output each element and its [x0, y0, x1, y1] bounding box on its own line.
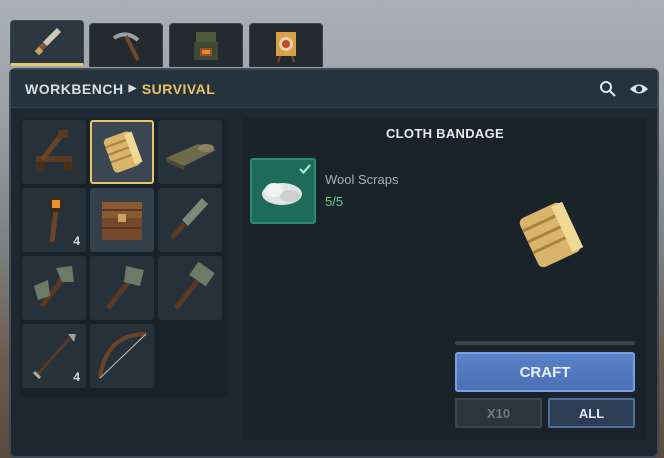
ingredient-name: Wool Scraps: [325, 172, 399, 187]
recipe-slot-stone-hammer[interactable]: [158, 256, 222, 320]
recipe-slot-catapult[interactable]: [22, 120, 86, 184]
recipe-detail: CLOTH BANDAGE Wool Scraps 5/5 CRAFT X10 …: [243, 118, 647, 440]
tab-crafting-stations[interactable]: [169, 23, 243, 67]
axe-icon: [34, 266, 74, 308]
ingredient-slot[interactable]: [250, 158, 316, 224]
search-icon[interactable]: [599, 80, 617, 98]
breadcrumb-workbench[interactable]: WORKBENCH: [25, 81, 124, 97]
bow-icon: [98, 332, 147, 379]
slot-count: 4: [73, 234, 80, 248]
recipe-slot-storage-chest[interactable]: [90, 188, 154, 252]
check-icon: [299, 164, 311, 175]
hammer-icon: [174, 261, 215, 310]
furnace-icon: [194, 31, 218, 60]
craft-progress-bar: [455, 341, 635, 345]
slot-count: 4: [73, 370, 80, 384]
craft-button[interactable]: CRAFT: [455, 352, 635, 392]
recipe-grid: 4 4: [20, 118, 228, 398]
knife-icon: [34, 28, 61, 56]
tab-targets[interactable]: [249, 23, 323, 67]
knife-icon: [170, 198, 208, 240]
recipe-slot-torch[interactable]: 4: [22, 188, 86, 252]
tab-mining[interactable]: [89, 23, 163, 67]
craft-all-button[interactable]: ALL: [548, 398, 635, 428]
craft-x10-button[interactable]: X10: [455, 398, 542, 428]
eye-icon[interactable]: [629, 80, 649, 98]
recipe-slot-bedroll[interactable]: [158, 120, 222, 184]
shovel-icon: [106, 266, 144, 310]
bedroll-icon: [166, 144, 216, 170]
chevron-right-icon: ▶: [128, 83, 137, 94]
target-icon: [276, 31, 296, 62]
cloth-bandage-icon: [103, 131, 143, 173]
tab-tools[interactable]: [10, 20, 84, 66]
chest-icon: [102, 202, 142, 240]
ingredient-count: 5/5: [325, 194, 344, 209]
recipe-slot-stone-shovel[interactable]: [90, 256, 154, 320]
recipe-slot-stone-axe[interactable]: [22, 256, 86, 320]
recipe-slot-cloth-bandage[interactable]: [90, 120, 154, 184]
recipe-slot-arrow[interactable]: 4: [22, 324, 86, 388]
catapult-icon: [35, 130, 73, 171]
cloth-bandage-preview-icon: [519, 201, 584, 268]
recipe-title: CLOTH BANDAGE: [385, 126, 504, 141]
breadcrumb: WORKBENCH ▶ SURVIVAL: [11, 70, 657, 108]
pickaxe-icon: [112, 32, 140, 61]
breadcrumb-survival: SURVIVAL: [141, 80, 216, 97]
crafting-panel: WORKBENCH ▶ SURVIVAL 4 4 CLOTH BANDAGE W…: [9, 68, 659, 458]
recipe-slot-bow[interactable]: [90, 324, 154, 388]
recipe-slot-stone-knife[interactable]: [158, 188, 222, 252]
